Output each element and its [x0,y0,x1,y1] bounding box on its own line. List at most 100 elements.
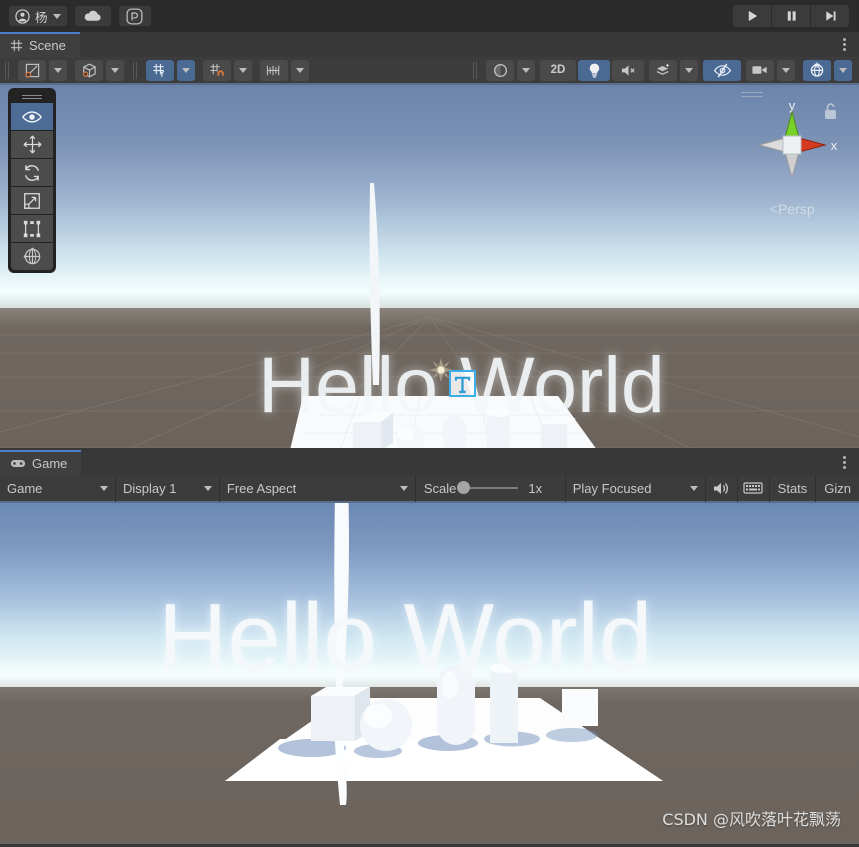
gizmo-display-button[interactable] [75,59,103,81]
chevron-down-icon [689,485,698,491]
chevron-down-icon [54,67,62,73]
chevron-down-icon [839,67,847,73]
rect-transform-icon [23,220,41,237]
game-hello-world-text: Hello World [158,584,653,691]
effects-layers-icon [656,63,669,75]
gizmos-button[interactable] [803,59,831,81]
tab-game[interactable]: Game [0,450,82,475]
step-icon [825,11,836,21]
gizmo-drag-handle[interactable] [741,92,763,100]
play-mode-label: Play Focused [572,480,652,496]
toolbar-separator [473,61,477,79]
step-button[interactable] [811,5,849,27]
lighting-toggle[interactable] [578,59,610,81]
chevron-down-icon [685,67,693,73]
game-toolbar: Game Display 1 Free Aspect Scale 1x Play… [0,474,859,503]
chevron-down-icon [782,67,790,73]
view-2d-toggle[interactable]: 2D [540,59,576,81]
transform-tool-button[interactable] [11,243,53,270]
gizmos-button[interactable]: Gizn [816,474,859,502]
scale-value-label: 1x [528,480,543,496]
move-tool-button[interactable] [11,131,53,158]
text-gizmo-selection[interactable] [449,370,476,397]
play-icon [748,10,757,22]
toolbar-separator [5,61,9,79]
gizmos-group [802,59,853,81]
shaded-mode-icon [24,63,39,78]
pause-icon [787,11,796,21]
lock-open-icon [825,103,836,119]
gizmos-dropdown[interactable] [834,59,852,81]
chevron-down-icon [52,13,61,19]
grid-size-button[interactable] [260,59,288,81]
pause-button[interactable] [772,5,810,27]
play-button[interactable] [733,5,771,27]
grid-size-dropdown[interactable] [291,59,309,81]
rect-tool-button[interactable] [11,215,53,242]
eye-icon [21,110,43,123]
shading-group [485,59,536,81]
hidden-objects-toggle[interactable] [703,59,741,81]
keyboard-icon [743,482,763,494]
scale-tool-button[interactable] [11,187,53,214]
mute-audio-button[interactable] [706,474,738,502]
snap-increment-group [202,59,253,81]
game-panel-menu-button[interactable] [837,453,851,471]
account-button[interactable]: 杨 [8,5,68,27]
scene-panel-menu-button[interactable] [837,35,851,53]
stats-label: Stats [777,480,808,496]
tools-overlay-drag-handle[interactable] [11,91,53,102]
game-target-selector[interactable]: Game [0,474,116,502]
chevron-down-icon [296,67,304,73]
draw-mode-button[interactable] [18,59,46,81]
axis-gizmo[interactable]: y x [737,90,847,195]
chevron-down-icon [399,485,408,491]
scene-orientation-gizmo[interactable]: y x <Persp [737,90,847,220]
gizmo-persp-label[interactable]: <Persp [737,201,847,218]
display-selector[interactable]: Display 1 [116,474,220,502]
snap-increment-dropdown[interactable] [234,59,252,81]
watermark-text: CSDN @风吹落叶花飘荡 [662,810,841,829]
grid-snap-group [145,59,196,81]
scale-slider-group[interactable]: Scale 1x [416,474,566,502]
play-mode-selector[interactable]: Play Focused [566,474,706,502]
chevron-down-icon [99,485,108,491]
shading-dropdown[interactable] [517,59,535,81]
gizmo-display-dropdown[interactable] [106,59,124,81]
effects-dropdown[interactable] [680,59,698,81]
device-simulator-button[interactable] [738,474,770,502]
grid-axis-button[interactable] [146,59,174,81]
game-panel: Game Game Display 1 Free Aspect Scale 1x… [0,450,859,847]
stats-button[interactable]: Stats [770,474,817,502]
services-button[interactable] [117,5,152,27]
snap-increment-button[interactable] [203,59,231,81]
playback-controls [733,5,859,27]
scale-slider[interactable] [457,481,519,494]
rotate-tool-button[interactable] [11,159,53,186]
camera-button[interactable] [746,59,774,81]
chevron-down-icon [111,67,119,73]
aspect-selector[interactable]: Free Aspect [220,474,416,502]
scene-viewport[interactable]: Hello World y x <Persp [0,85,859,448]
grid-axis-dropdown[interactable] [177,59,195,81]
camera-dropdown[interactable] [777,59,795,81]
game-viewport[interactable]: Hello World CSDN @风吹落叶花飘荡 [0,503,859,844]
speaker-icon [714,482,729,494]
draw-mode-dropdown[interactable] [49,59,67,81]
tab-scene[interactable]: Scene [0,32,80,57]
2d-wireframe-cube-icon [82,62,96,77]
account-icon [15,8,30,24]
tab-game-label: Game [32,456,68,471]
scale-slider-knob[interactable] [457,481,471,494]
unity-services-icon [126,7,143,25]
cloud-button[interactable] [73,5,112,27]
gizmo-display-group [74,59,125,81]
audio-toggle[interactable] [612,59,644,81]
scene-toolbar: 2D [0,57,859,85]
camera-icon [752,66,767,74]
shading-button[interactable] [486,59,514,81]
effects-button[interactable] [649,59,677,81]
aspect-label: Free Aspect [226,480,297,496]
view-tool-button[interactable] [11,103,53,130]
chevron-down-icon [522,67,530,73]
